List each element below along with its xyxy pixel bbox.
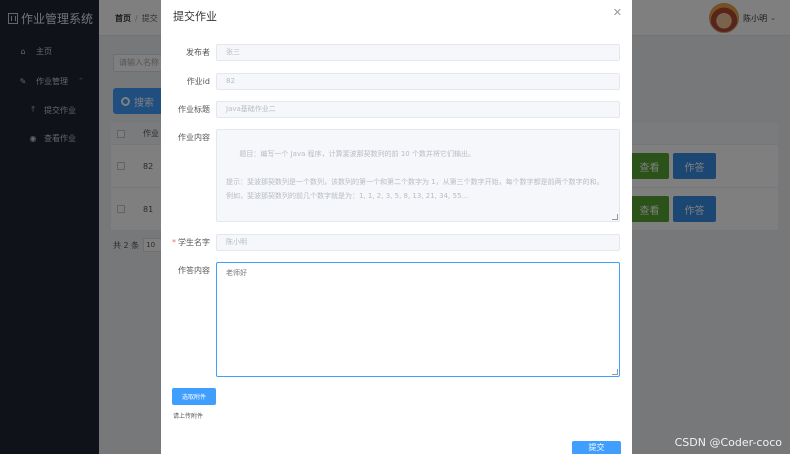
close-icon[interactable]: ✕ (613, 6, 622, 19)
dialog-title: 提交作业 (173, 10, 217, 23)
submit-homework-dialog: 提交作业 ✕ 发布者 张三 作业id 82 作业标题 Java基础作业二 作业内… (161, 0, 632, 454)
homework-id-field[interactable]: 82 (216, 73, 620, 90)
resize-handle-icon[interactable] (612, 369, 618, 375)
select-attachment-button[interactable]: 选取附件 (172, 388, 216, 405)
student-name-field[interactable]: 陈小明 (216, 234, 620, 251)
form-row-content: 作业内容 题目：编写一个 Java 程序，计算斐波那契数列的前 10 个数并将它… (161, 129, 632, 222)
homework-title-label: 作业标题 (178, 105, 210, 114)
answer-content-text: 老师好 (226, 269, 247, 277)
watermark: CSDN @Coder-coco (674, 436, 782, 449)
submit-button[interactable]: 提交 (572, 441, 621, 454)
answer-content-textarea[interactable]: 老师好 (216, 262, 620, 377)
form-row-title: 作业标题 Java基础作业二 (161, 101, 632, 118)
resize-handle-icon[interactable] (612, 214, 618, 220)
homework-title-field[interactable]: Java基础作业二 (216, 101, 620, 118)
publisher-label: 发布者 (186, 48, 210, 57)
publisher-field[interactable]: 张三 (216, 44, 620, 61)
homework-content-label: 作业内容 (178, 133, 210, 142)
upload-tip: 请上传附件 (173, 413, 204, 420)
form-row-id: 作业id 82 (161, 73, 632, 90)
student-name-label: * 学生名字 (172, 238, 210, 247)
homework-id-label: 作业id (186, 77, 210, 86)
answer-content-label: 作答内容 (178, 266, 210, 275)
homework-content-textarea[interactable]: 题目：编写一个 Java 程序，计算斐波那契数列的前 10 个数并将它们输出。 … (216, 129, 620, 222)
homework-content-text: 题目：编写一个 Java 程序，计算斐波那契数列的前 10 个数并将它们输出。 … (226, 150, 604, 200)
form-row-publisher: 发布者 张三 (161, 44, 632, 61)
form-row-student: * 学生名字 陈小明 (161, 234, 632, 251)
form-row-answer: 作答内容 老师好 (161, 262, 632, 377)
